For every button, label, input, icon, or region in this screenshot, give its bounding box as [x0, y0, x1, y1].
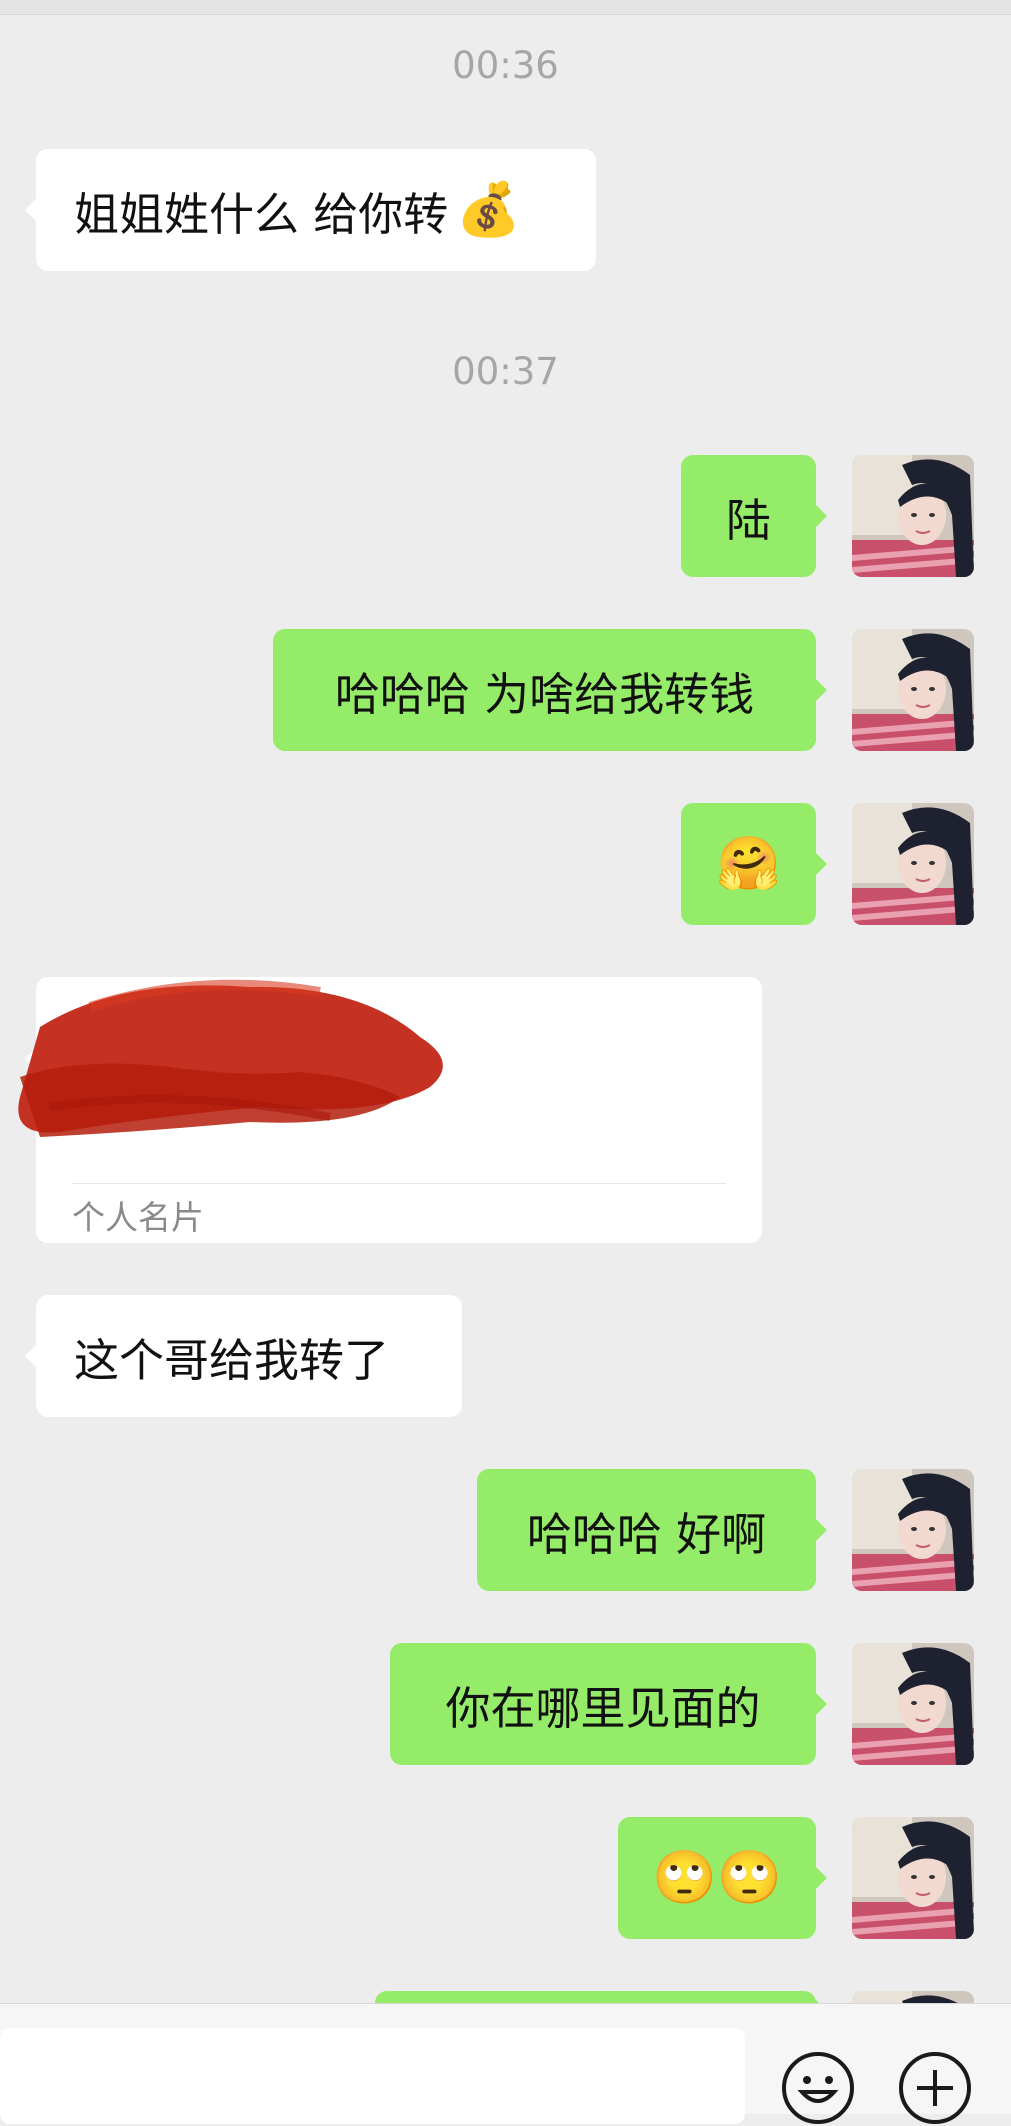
money-bag-icon: 💰 [456, 180, 522, 240]
sent-message[interactable]: 你在哪里见面的 [390, 1643, 827, 1765]
message-input[interactable] [0, 2028, 745, 2124]
emoji-icon[interactable] [780, 2050, 856, 2126]
sent-message[interactable]: 陆 [681, 455, 827, 577]
message-text: 你在哪里见面的 [445, 1681, 761, 1735]
user-avatar[interactable] [852, 1817, 974, 1939]
timestamp: 00:37 [452, 350, 559, 393]
user-avatar[interactable] [852, 803, 974, 925]
user-avatar[interactable] [852, 455, 974, 577]
input-bar [0, 2003, 1011, 2124]
user-avatar[interactable] [852, 629, 974, 751]
eye-roll-emoji-icon: 🙄🙄 [652, 1848, 782, 1908]
message-text: 哈哈哈 为啥给我转钱 [334, 667, 755, 721]
received-message[interactable]: 这个哥给我转了 [25, 1295, 462, 1417]
card-divider [72, 1183, 726, 1184]
message-text: 姐姐姓什么 给你转 [74, 187, 449, 241]
sent-message[interactable]: 哈哈哈 为啥给我转钱 [273, 629, 827, 751]
sent-message[interactable]: 🤗 [681, 803, 827, 925]
sent-message[interactable]: 🙄🙄 [618, 1817, 827, 1939]
plus-icon[interactable] [897, 2050, 973, 2126]
timestamp: 00:36 [452, 44, 559, 87]
user-avatar[interactable] [852, 1643, 974, 1765]
contact-card[interactable]: 个人名片 [18, 977, 762, 1243]
sent-message[interactable]: 哈哈哈 好啊 [477, 1469, 827, 1591]
message-text: 哈哈哈 好啊 [526, 1507, 767, 1561]
received-message[interactable]: 姐姐姓什么 给你转 💰 [25, 149, 596, 271]
top-divider [0, 0, 1011, 15]
redaction-scribble [18, 979, 443, 1137]
message-text: 陆 [725, 493, 771, 547]
message-text: 这个哥给我转了 [74, 1333, 390, 1387]
hug-emoji-icon: 🤗 [716, 834, 781, 894]
card-type-label: 个人名片 [72, 1198, 204, 1237]
user-avatar[interactable] [852, 1469, 974, 1591]
